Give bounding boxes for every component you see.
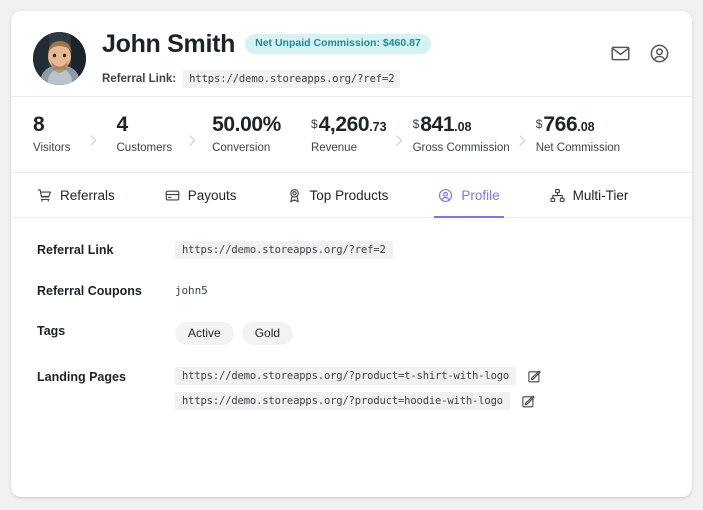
- tab-profile[interactable]: Profile: [434, 173, 504, 218]
- tab-label: Payouts: [187, 187, 237, 203]
- envelope-icon[interactable]: [610, 43, 631, 64]
- chevron-right-icon: [71, 123, 117, 146]
- status-badge: Net Unpaid Commission: $460.87: [245, 34, 431, 54]
- landing-page-url[interactable]: https://demo.storeapps.org/?product=t-sh…: [175, 367, 517, 386]
- stat-conversion: 50.00% Conversion: [212, 114, 281, 155]
- header-actions: [610, 43, 670, 64]
- tag-chip: Active: [175, 322, 234, 346]
- list-item: https://demo.storeapps.org/?product=t-sh…: [175, 367, 670, 386]
- stat-value: 50.00%: [212, 113, 281, 137]
- sitemap-icon: [549, 188, 565, 203]
- tab-label: Multi-Tier: [572, 187, 629, 203]
- tag-chip: Gold: [241, 322, 294, 346]
- field-tags: Tags Active Gold: [37, 321, 670, 346]
- field-label: Referral Link: [37, 243, 114, 257]
- field-referral-link: Referral Link https://demo.storeapps.org…: [37, 240, 670, 259]
- stat-gross-commission: $841.08 Gross Commission: [413, 114, 510, 155]
- tab-top-products[interactable]: Top Products: [283, 173, 393, 217]
- referral-link-value[interactable]: https://demo.storeapps.org/?ref=2: [175, 241, 393, 259]
- referral-link-label: Referral Link:: [102, 73, 177, 85]
- stat-label: Visitors: [33, 142, 71, 155]
- stat-value: 8: [33, 113, 45, 137]
- field-value: https://demo.storeapps.org/?product=t-sh…: [175, 367, 670, 411]
- avatar: [33, 32, 86, 85]
- edit-pencil-icon[interactable]: [527, 369, 542, 384]
- tab-payouts[interactable]: Payouts: [161, 173, 241, 217]
- edit-pencil-icon[interactable]: [521, 394, 536, 409]
- referral-link-row: Referral Link: https://demo.storeapps.or…: [102, 70, 670, 88]
- tab-label: Top Products: [309, 187, 389, 203]
- shopping-cart-icon: [37, 188, 52, 203]
- stat-value: $4,260.73: [310, 113, 387, 137]
- stat-value: $766.08: [535, 113, 595, 137]
- tab-referrals[interactable]: Referrals: [33, 173, 119, 217]
- referral-link-value[interactable]: https://demo.storeapps.org/?ref=2: [183, 70, 401, 88]
- page-title: John Smith: [102, 29, 236, 58]
- field-landing-pages: Landing Pages https://demo.storeapps.org…: [37, 367, 670, 411]
- field-referral-coupons: Referral Coupons john5: [37, 281, 670, 299]
- stat-visitors: 8 Visitors: [33, 114, 71, 155]
- field-label: Tags: [37, 324, 66, 338]
- credit-card-icon: [165, 188, 180, 203]
- stat-net-commission: $766.08 Net Commission: [536, 114, 620, 155]
- referral-coupon-value: john5: [175, 284, 208, 297]
- tab-label: Profile: [461, 187, 500, 203]
- stat-customers: 4 Customers: [117, 114, 173, 155]
- stats-bar: 8 Visitors 4 Customers 50.00% Conversion…: [11, 97, 692, 173]
- profile-header: John Smith Net Unpaid Commission: $460.8…: [11, 11, 692, 97]
- award-medal-icon: [287, 188, 302, 203]
- chevron-right-icon: [172, 123, 212, 146]
- stat-label: Net Commission: [535, 142, 621, 155]
- field-value: Active Gold: [175, 321, 670, 346]
- affiliate-profile-card: John Smith Net Unpaid Commission: $460.8…: [11, 11, 692, 497]
- field-value: https://demo.storeapps.org/?ref=2: [175, 240, 670, 259]
- tag-list: Active Gold: [175, 321, 670, 346]
- stat-value: 4: [116, 113, 129, 137]
- stat-label: Conversion: [212, 142, 271, 155]
- stat-value: $841.08: [412, 113, 472, 137]
- identity-block: John Smith Net Unpaid Commission: $460.8…: [102, 28, 670, 88]
- field-label: Landing Pages: [37, 370, 126, 385]
- user-circle-icon[interactable]: [649, 43, 670, 64]
- tab-label: Referrals: [60, 187, 115, 203]
- name-row: John Smith Net Unpaid Commission: $460.8…: [102, 28, 670, 60]
- landing-page-url[interactable]: https://demo.storeapps.org/?product=hood…: [175, 392, 510, 411]
- stat-label: Gross Commission: [412, 142, 510, 155]
- chevron-right-icon: [387, 123, 413, 146]
- user-circle-icon: [438, 188, 453, 203]
- field-label: Referral Coupons: [37, 284, 142, 298]
- stat-revenue: $4,260.73 Revenue: [311, 114, 387, 155]
- tab-bar: Referrals Payouts Top Products Profile M…: [11, 173, 692, 218]
- tab-multi-tier[interactable]: Multi-Tier: [546, 173, 633, 217]
- stat-label: Revenue: [310, 142, 357, 155]
- stat-label: Customers: [116, 142, 173, 155]
- chevron-right-icon: [510, 123, 536, 146]
- profile-panel: Referral Link https://demo.storeapps.org…: [11, 218, 692, 411]
- field-value: john5: [175, 281, 670, 299]
- list-item: https://demo.storeapps.org/?product=hood…: [175, 392, 670, 411]
